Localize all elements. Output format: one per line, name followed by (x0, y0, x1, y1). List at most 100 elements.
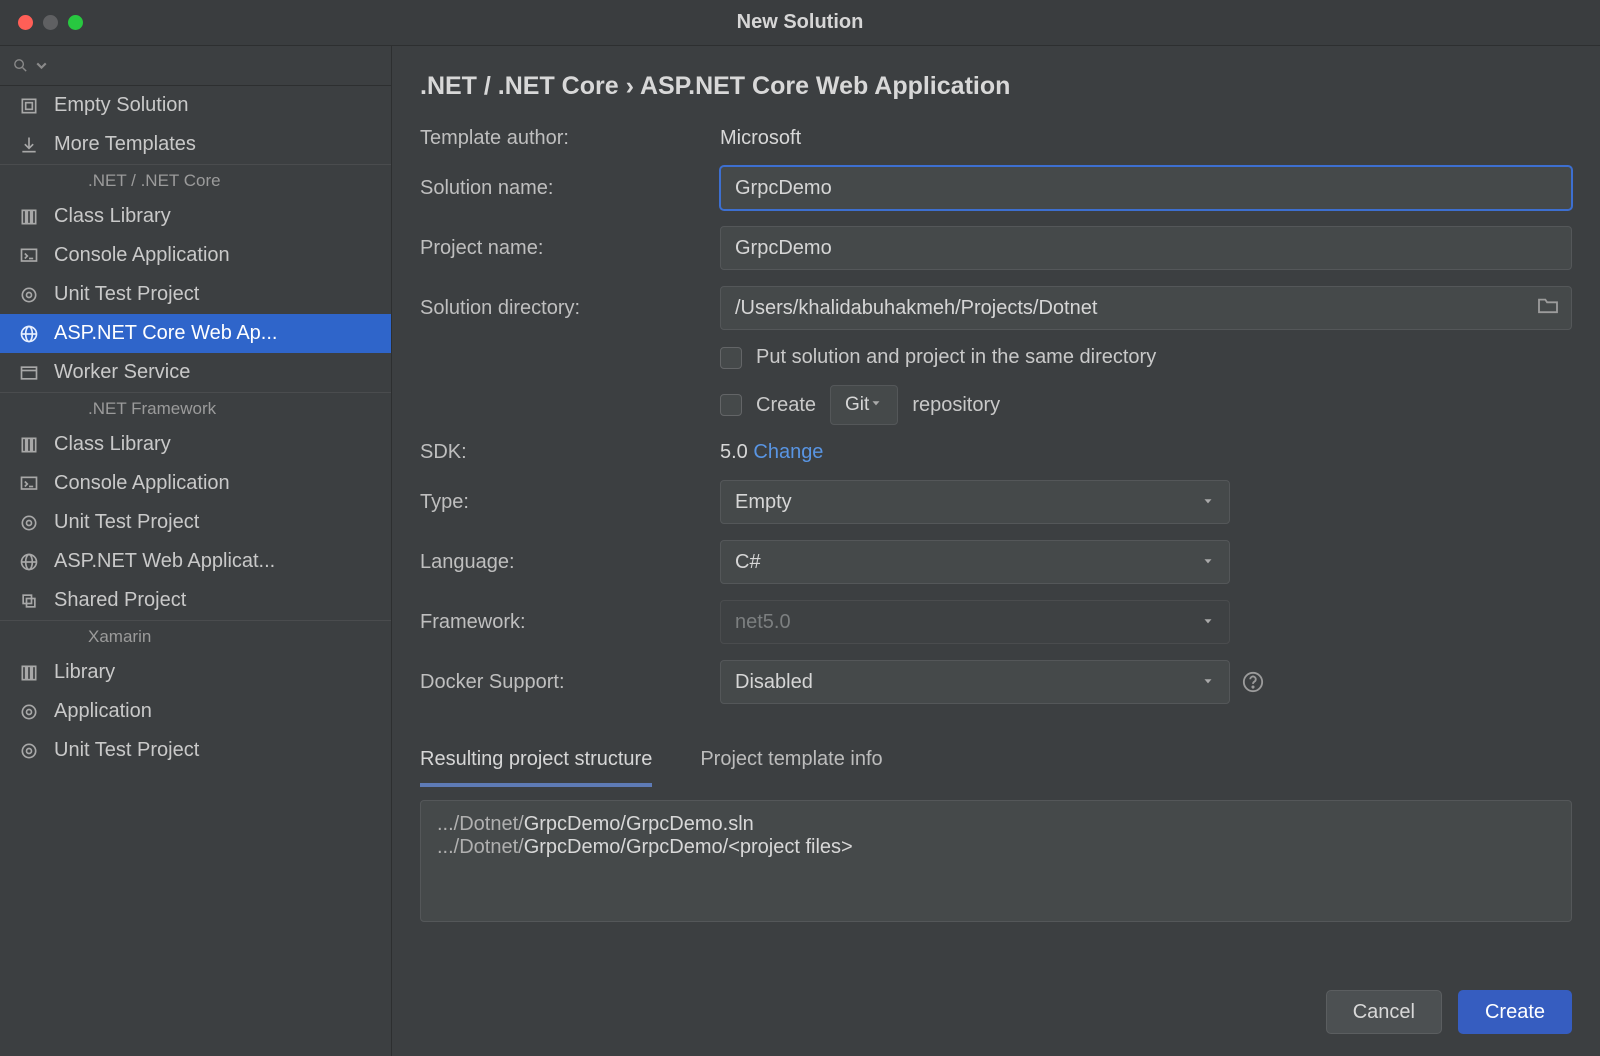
cancel-button[interactable]: Cancel (1326, 990, 1442, 1034)
web-icon (18, 551, 40, 573)
chevron-down-icon (1201, 671, 1215, 694)
sidebar-item-label: Class Library (54, 433, 171, 456)
create-repo-checkbox[interactable] (720, 394, 742, 416)
test-icon (18, 512, 40, 534)
tab-template-info[interactable]: Project template info (700, 736, 882, 787)
result-line2-prefix: .../Dotnet/ (437, 836, 524, 858)
window-icon (18, 362, 40, 384)
search-icon (12, 57, 29, 74)
result-line1-path: GrpcDemo/GrpcDemo.sln (524, 813, 754, 835)
docker-value: Disabled (735, 671, 813, 694)
sidebar-item-aspnet-web-app-fw[interactable]: ASP.NET Web Applicat... (0, 542, 391, 581)
sidebar-item-label: Worker Service (54, 361, 190, 384)
same-directory-checkbox[interactable] (720, 347, 742, 369)
solution-dir-input[interactable] (735, 297, 1557, 320)
sidebar-item-worker-service[interactable]: Worker Service (0, 353, 391, 392)
solution-name-label: Solution name: (420, 177, 710, 200)
vcs-value: Git (845, 394, 869, 416)
framework-label: Framework: (420, 611, 710, 634)
framework-select: net5.0 (720, 600, 1230, 644)
breadcrumb-leaf: ASP.NET Core Web Application (640, 72, 1010, 100)
solution-dir-field[interactable] (720, 286, 1572, 330)
sdk-label: SDK: (420, 441, 710, 464)
sidebar-item-console-app-fw[interactable]: Console Application (0, 464, 391, 503)
type-value: Empty (735, 491, 792, 514)
sdk-change-link[interactable]: Change (753, 441, 823, 463)
sidebar-item-shared-project[interactable]: Shared Project (0, 581, 391, 620)
sidebar-item-label: Empty Solution (54, 94, 189, 117)
sidebar-item-unit-test-fw[interactable]: Unit Test Project (0, 503, 391, 542)
create-button[interactable]: Create (1458, 990, 1572, 1034)
docker-label: Docker Support: (420, 671, 710, 694)
test-icon (18, 284, 40, 306)
console-icon (18, 473, 40, 495)
sidebar-item-label: Class Library (54, 205, 171, 228)
sidebar-item-label: Library (54, 661, 115, 684)
sidebar-item-xamarin-application[interactable]: Application (0, 692, 391, 731)
section-header-net-core: .NET / .NET Core (0, 164, 391, 197)
chevron-down-icon (1201, 611, 1215, 634)
shared-icon (18, 590, 40, 612)
sidebar-item-class-library-fw[interactable]: Class Library (0, 425, 391, 464)
titlebar: New Solution (0, 0, 1600, 46)
same-directory-label: Put solution and project in the same dir… (756, 346, 1156, 369)
sidebar-item-label: Application (54, 700, 152, 723)
solution-icon (18, 95, 40, 117)
library-icon (18, 434, 40, 456)
solution-dir-label: Solution directory: (420, 297, 710, 320)
project-name-input[interactable] (735, 237, 1557, 260)
template-author-value: Microsoft (720, 127, 801, 150)
type-select[interactable]: Empty (720, 480, 1230, 524)
create-label: Create (756, 394, 816, 417)
chevron-down-icon (33, 57, 50, 74)
sidebar-item-aspnet-core-web-app[interactable]: ASP.NET Core Web Ap... (0, 314, 391, 353)
sidebar-item-empty-solution[interactable]: Empty Solution (0, 86, 391, 125)
sidebar-item-label: ASP.NET Core Web Ap... (54, 322, 277, 345)
sidebar-item-xamarin-unit-test[interactable]: Unit Test Project (0, 731, 391, 770)
solution-name-field[interactable] (720, 166, 1572, 210)
chevron-down-icon (1201, 551, 1215, 574)
project-name-label: Project name: (420, 237, 710, 260)
template-author-label: Template author: (420, 127, 710, 150)
app-icon (18, 701, 40, 723)
chevron-down-icon (869, 394, 883, 416)
sidebar-item-more-templates[interactable]: More Templates (0, 125, 391, 164)
result-tabs: Resulting project structure Project temp… (420, 736, 1572, 788)
window-title: New Solution (0, 11, 1600, 34)
sidebar-item-label: Unit Test Project (54, 511, 199, 534)
sidebar-item-console-app[interactable]: Console Application (0, 236, 391, 275)
language-select[interactable]: C# (720, 540, 1230, 584)
search-input[interactable] (0, 46, 391, 86)
sidebar-item-class-library[interactable]: Class Library (0, 197, 391, 236)
library-icon (18, 662, 40, 684)
framework-value: net5.0 (735, 611, 791, 634)
sidebar-item-xamarin-library[interactable]: Library (0, 653, 391, 692)
sdk-value: 5.0 (720, 441, 748, 463)
section-header-net-framework: .NET Framework (0, 392, 391, 425)
docker-select[interactable]: Disabled (720, 660, 1230, 704)
breadcrumb: .NET / .NET Core › ASP.NET Core Web Appl… (420, 72, 1572, 101)
solution-name-input[interactable] (735, 177, 1557, 200)
tab-structure[interactable]: Resulting project structure (420, 736, 652, 787)
sidebar-item-label: Unit Test Project (54, 283, 199, 306)
console-icon (18, 245, 40, 267)
web-icon (18, 323, 40, 345)
sidebar-item-unit-test[interactable]: Unit Test Project (0, 275, 391, 314)
sidebar: Empty Solution More Templates .NET / .NE… (0, 46, 392, 1056)
vcs-select[interactable]: Git (830, 385, 898, 425)
library-icon (18, 206, 40, 228)
result-line1-prefix: .../Dotnet/ (437, 813, 524, 835)
folder-browse-icon[interactable] (1537, 296, 1559, 320)
sidebar-item-label: Console Application (54, 244, 230, 267)
repository-label: repository (912, 394, 1000, 417)
result-structure-box: .../Dotnet/GrpcDemo/GrpcDemo.sln .../Dot… (420, 800, 1572, 922)
breadcrumb-path: .NET / .NET Core (420, 72, 619, 100)
project-name-field[interactable] (720, 226, 1572, 270)
chevron-down-icon (1201, 491, 1215, 514)
language-value: C# (735, 551, 761, 574)
sidebar-item-label: Unit Test Project (54, 739, 199, 762)
result-line2-path: GrpcDemo/GrpcDemo/<project files> (524, 836, 853, 858)
download-icon (18, 134, 40, 156)
help-icon[interactable] (1240, 669, 1266, 695)
type-label: Type: (420, 491, 710, 514)
